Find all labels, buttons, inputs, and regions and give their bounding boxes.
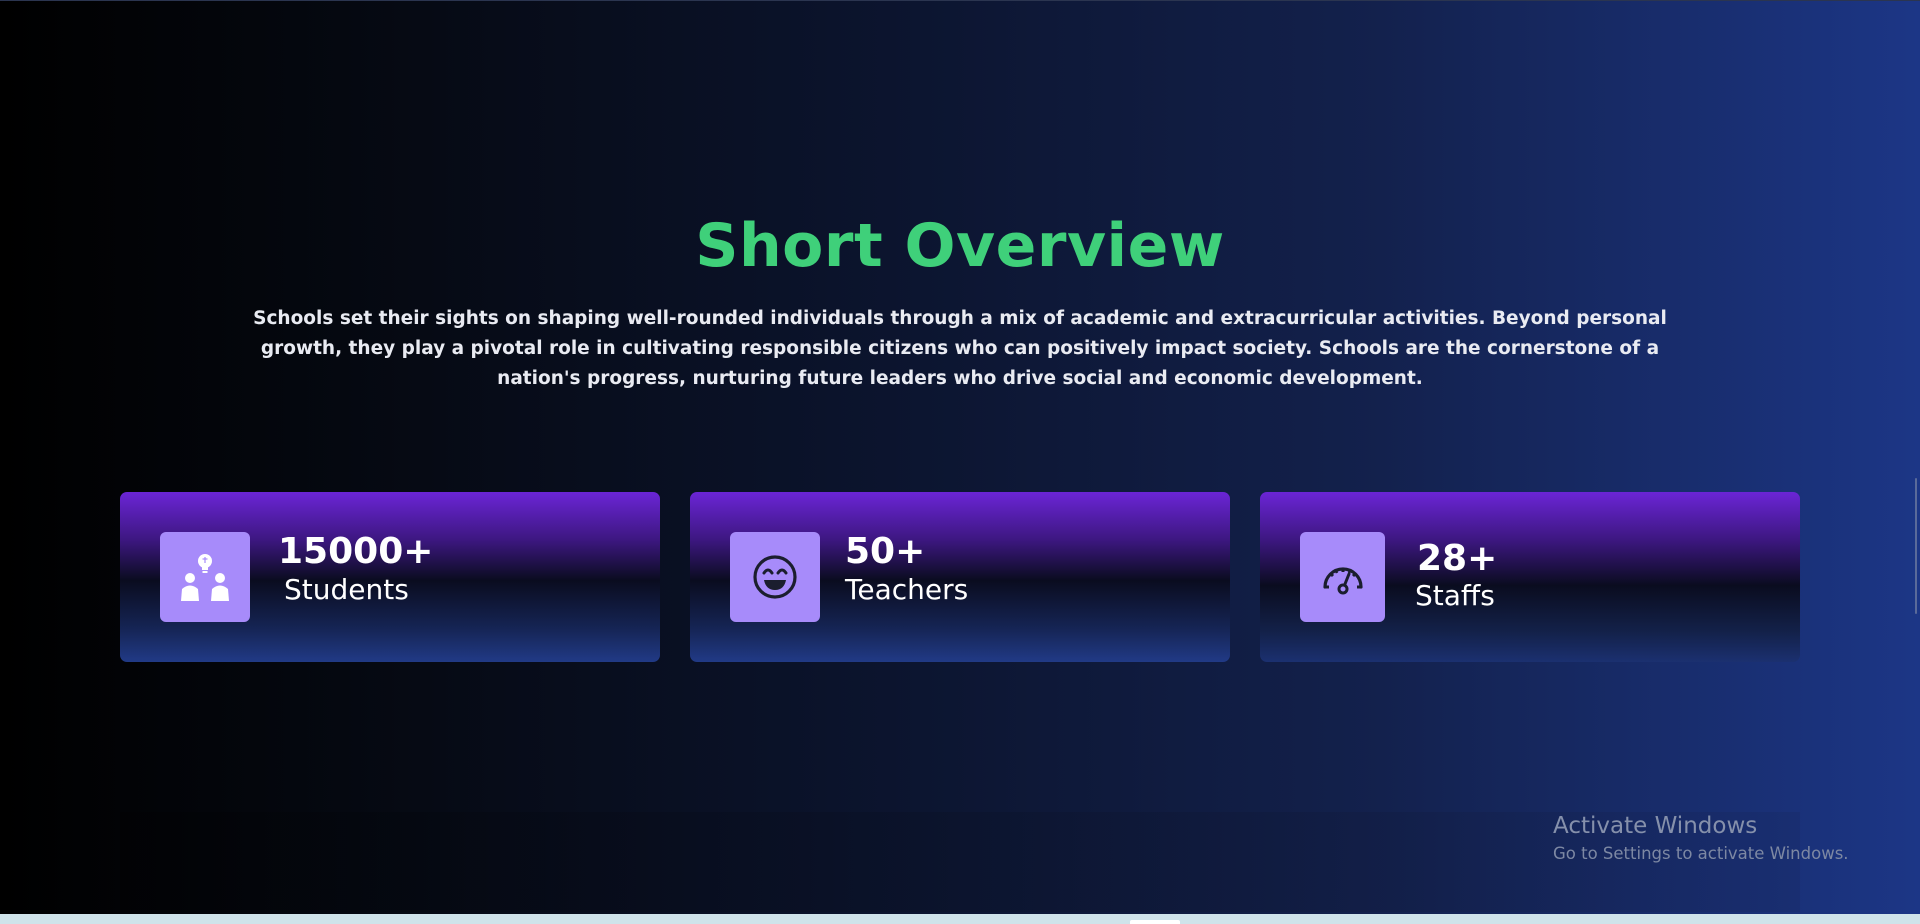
staffs-label: Staffs (1415, 579, 1495, 612)
teachers-label: Teachers (845, 573, 969, 606)
stat-card-students: 15000+ Students (120, 492, 660, 662)
page-top-divider (0, 0, 1920, 1)
speedometer-icon (1300, 532, 1385, 622)
section-description: Schools set their sights on shaping well… (253, 308, 1667, 389)
smiley-face-icon (730, 532, 820, 622)
students-lightbulb-icon (160, 532, 250, 622)
students-label: Students (284, 573, 409, 606)
stats-row: 15000+ Students 50+ Teachers 28+ Staffs (120, 492, 1800, 662)
watermark-subtitle: Go to Settings to activate Windows. (1553, 844, 1849, 863)
windows-activation-watermark: Activate Windows Go to Settings to activ… (1553, 812, 1849, 864)
taskbar-edge (0, 914, 1920, 924)
staffs-count: 28+ (1417, 538, 1498, 579)
page-scrollbar-thumb[interactable] (1915, 478, 1917, 614)
stat-card-teachers: 50+ Teachers (690, 492, 1230, 662)
watermark-title: Activate Windows (1553, 813, 1758, 839)
section-title: Short Overview (695, 211, 1225, 281)
students-count: 15000+ (278, 531, 434, 572)
taskbar-handle[interactable] (1130, 920, 1180, 924)
lower-section-panel (120, 812, 1800, 912)
teachers-count: 50+ (845, 531, 926, 572)
stat-card-staffs: 28+ Staffs (1260, 492, 1800, 662)
